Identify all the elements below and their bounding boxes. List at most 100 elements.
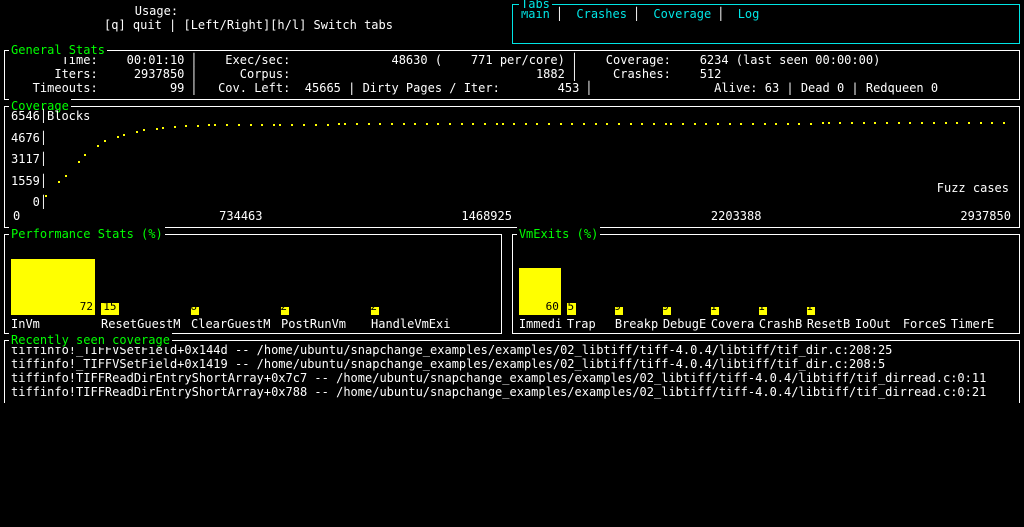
panel-title: Recently seen coverage xyxy=(9,333,172,347)
stat-sep: │ xyxy=(579,81,598,95)
bar-value: 15 xyxy=(103,300,116,314)
bar: 60 xyxy=(519,268,561,315)
panel-vmexits: VmExits (%) 60Immedi15Trap9Breakp9DebugE… xyxy=(512,234,1020,334)
bar-col: 15 ResetGuestM xyxy=(101,239,191,331)
bar-col: ForceS xyxy=(903,239,951,331)
tab-log[interactable]: Log xyxy=(738,7,760,21)
bar-label: HandleVmExi xyxy=(371,317,461,331)
bar-col: TimerE xyxy=(951,239,999,331)
stat-cell: Exec/sec: 48630 ( 771 per/core) xyxy=(204,53,565,67)
bar-col: 1 CrashB xyxy=(759,239,807,331)
bar: 1 xyxy=(759,307,767,315)
bar: 2 xyxy=(281,307,289,315)
bar-value: 2 xyxy=(280,300,287,314)
bar: 9 xyxy=(663,307,671,315)
bar-col: 2 HandleVmExi xyxy=(371,239,461,331)
bar-value: 1 xyxy=(806,300,813,314)
tab-coverage[interactable]: Coverage xyxy=(653,7,711,21)
bar-col: 9 Breakp xyxy=(615,239,663,331)
tab-sep: │ xyxy=(711,7,730,21)
coverage-ytick: 6546│ xyxy=(11,109,47,123)
stat-sep: │ xyxy=(184,67,203,81)
bar-value: 9 xyxy=(662,300,669,314)
coverage-xtick: 1468925 xyxy=(461,209,512,223)
bar-value: 72 xyxy=(80,300,93,314)
coverage-xtick: 734463 xyxy=(219,209,262,223)
stat-cell: Cov. Left: 45665 | Dirty Pages / Iter: 4… xyxy=(204,81,580,95)
perf-row: Performance Stats (%) 72InVm15ResetGuest… xyxy=(4,234,1020,334)
tab-crashes[interactable]: Crashes xyxy=(576,7,627,21)
tabs-box: Tabs Main│ Crashes│ Coverage│ Log xyxy=(512,4,1020,44)
vmexits-bar-chart: 60Immedi15Trap9Breakp9DebugE1Covera1Cras… xyxy=(519,239,1013,331)
bar-col: 72 InVm xyxy=(11,239,101,331)
bar-value: 2 xyxy=(370,300,377,314)
bar-label: PostRunVm xyxy=(281,317,371,331)
bar: 72 xyxy=(11,259,95,315)
bar-col: 6 ClearGuestM xyxy=(191,239,281,331)
coverage-ytick: 0│ xyxy=(11,195,47,209)
bar: 1 xyxy=(711,307,719,315)
bar: 15 xyxy=(101,303,119,315)
bar-value: 6 xyxy=(190,300,197,314)
bar-label: Covera xyxy=(711,317,759,331)
coverage-plot-area xyxy=(45,109,1009,195)
tabs-title: Tabs xyxy=(519,0,552,11)
bar-label: InVm xyxy=(11,317,101,331)
bar-col: 15Trap xyxy=(567,239,615,331)
bar-col: 1ResetB xyxy=(807,239,855,331)
bar-value: 9 xyxy=(614,300,621,314)
bar-label: ResetGuestM xyxy=(101,317,191,331)
coverage-xtick: 0 xyxy=(13,209,20,223)
stat-cell: Timeouts: 99 xyxy=(11,81,184,95)
stat-sep: │ xyxy=(565,67,584,81)
coverage-xticks: 0 734463 1468925 2203388 2937850 xyxy=(11,209,1013,223)
bar: 9 xyxy=(615,307,623,315)
bar-label: Trap xyxy=(567,317,615,331)
bar-col: 2 PostRunVm xyxy=(281,239,371,331)
stat-cell: Crashes: 512 xyxy=(584,67,721,81)
stats-row: Time: 00:01:10│ Exec/sec: 48630 ( 771 pe… xyxy=(11,53,1013,67)
coverage-ytick: 4676│ xyxy=(11,131,47,145)
usage-block: Usage: [q] quit | [Left/Right][h/l] Swit… xyxy=(4,4,512,44)
stat-cell: Corpus: 1882 xyxy=(204,67,565,81)
stat-cell: Iters: 2937850 xyxy=(11,67,184,81)
coverage-ytick: 3117│ xyxy=(11,152,47,166)
coverage-xtick: 2203388 xyxy=(711,209,762,223)
panel-general-stats: General Stats Time: 00:01:10│ Exec/sec: … xyxy=(4,50,1020,100)
bar: 1 xyxy=(807,307,815,315)
coverage-xlabel: Fuzz cases xyxy=(937,181,1009,195)
bar-label: ClearGuestM xyxy=(191,317,281,331)
stat-cell: Coverage: 6234 (last seen 00:00:00) xyxy=(584,53,880,67)
bar-value: 1 xyxy=(758,300,765,314)
bar-col: 1 Covera xyxy=(711,239,759,331)
stats-row: Iters: 2937850│ Corpus: 1882│ Crashes: 5… xyxy=(11,67,1013,81)
coverage-ytick: 1559│ xyxy=(11,174,47,188)
bar-value: 1 xyxy=(710,300,717,314)
panel-coverage: Coverage Blocks 6546│4676│3117│1559│ 0│ … xyxy=(4,106,1020,228)
performance-bar-chart: 72InVm15ResetGuestM6ClearGuestM2PostRunV… xyxy=(11,239,495,331)
bar-label: IoOut xyxy=(855,317,903,331)
bar-label: Immedi xyxy=(519,317,567,331)
stats-row: Timeouts: 99 │ Cov. Left: 45665 | Dirty P… xyxy=(11,81,1013,95)
panel-title: General Stats xyxy=(9,43,107,57)
tab-sep: │ xyxy=(627,7,646,21)
coverage-line: tiffinfo!TIFFReadDirEntryShortArray+0x7c… xyxy=(11,371,1013,385)
bar: 6 xyxy=(191,307,199,315)
bar-col: 60 Immedi xyxy=(519,239,567,331)
bar: 2 xyxy=(371,307,379,315)
panel-recent-coverage: Recently seen coverage tiffinfo!_TIFFVSe… xyxy=(4,340,1020,403)
usage-keys: [q] quit | [Left/Right][h/l] Switch tabs xyxy=(4,18,512,32)
bar-col: 9 DebugE xyxy=(663,239,711,331)
coverage-xtick: 2937850 xyxy=(960,209,1011,223)
coverage-chart: Blocks 6546│4676│3117│1559│ 0│ Fuzz case… xyxy=(11,109,1013,209)
bar-label: TimerE xyxy=(951,317,999,331)
coverage-line: tiffinfo!TIFFReadDirEntryShortArray+0x78… xyxy=(11,385,1013,399)
bar-label: CrashB xyxy=(759,317,807,331)
bar-value: 15 xyxy=(561,300,574,314)
bar-col: IoOut xyxy=(855,239,903,331)
bar-label: Breakp xyxy=(615,317,663,331)
bar-label: DebugE xyxy=(663,317,711,331)
header-row: Usage: [q] quit | [Left/Right][h/l] Swit… xyxy=(4,4,1020,44)
usage-heading: Usage: xyxy=(4,4,309,18)
bar-label: ForceS xyxy=(903,317,951,331)
